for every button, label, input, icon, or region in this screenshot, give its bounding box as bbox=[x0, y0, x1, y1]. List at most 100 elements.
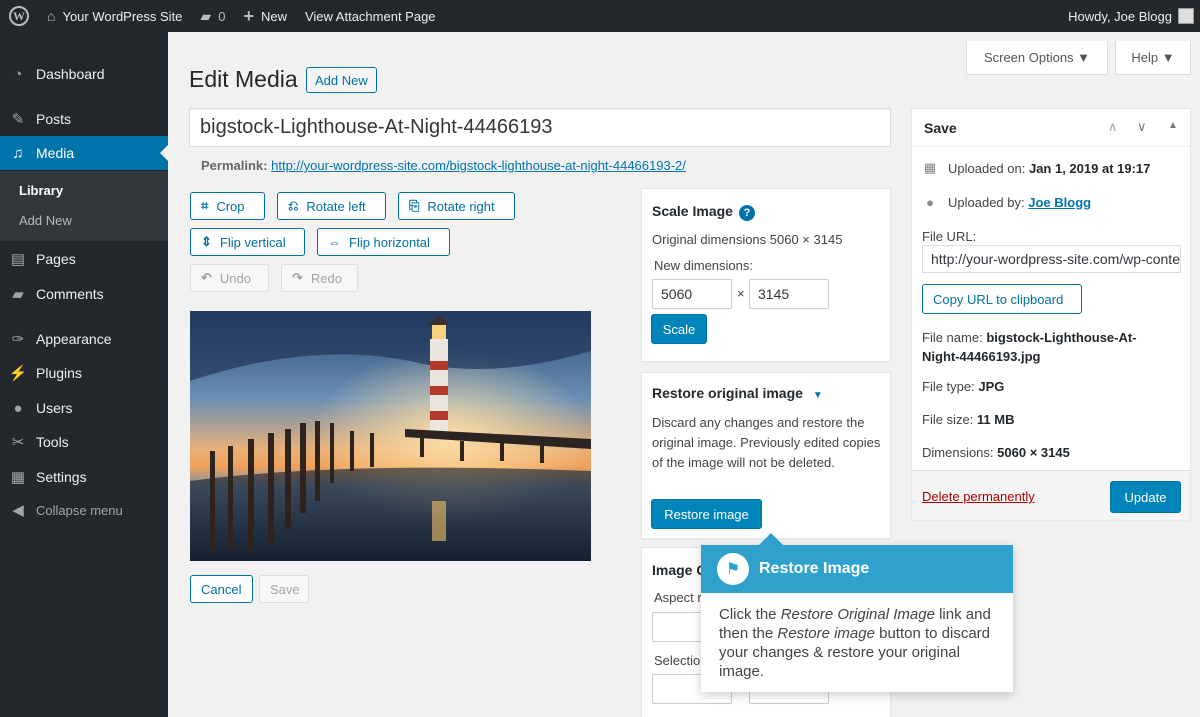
rotate-right-button[interactable]: ⎘ Rotate right bbox=[398, 192, 515, 220]
home-icon: ⌂ bbox=[47, 8, 56, 24]
brush-icon: ✑ bbox=[11, 331, 25, 348]
caret-down-icon: ▼ bbox=[812, 390, 823, 401]
comment-bubble-icon: ▰ bbox=[200, 7, 212, 24]
tooltip-emphasis-1: Restore Original Image bbox=[780, 606, 935, 623]
sidebar-item-users[interactable]: ● Users bbox=[0, 391, 168, 425]
comments-link[interactable]: ▰ 0 bbox=[191, 0, 234, 32]
help-question-icon[interactable]: ? bbox=[738, 205, 755, 221]
sidebar-item-media[interactable]: ♫ Media bbox=[0, 136, 168, 170]
sidebar-item-settings[interactable]: ▦ Settings bbox=[0, 460, 168, 494]
lighthouse-photo bbox=[190, 311, 591, 561]
settings-icon: ▦ bbox=[10, 469, 26, 486]
media-icon: ♫ bbox=[12, 144, 24, 162]
new-dimensions-label: New dimensions: bbox=[654, 258, 753, 273]
users-icon: ● bbox=[13, 399, 23, 417]
save-edit-button[interactable]: Save bbox=[259, 575, 309, 603]
save-panel-footer: Delete permanently Update bbox=[912, 470, 1190, 520]
sidebar-item-comments[interactable]: ▰ Comments bbox=[0, 277, 168, 311]
sidebar-item-label: Users bbox=[36, 400, 73, 416]
sidebar-item-pages[interactable]: ▤ Pages bbox=[0, 242, 168, 276]
scale-width-input[interactable]: 5060 bbox=[652, 279, 732, 309]
new-content-link[interactable]: + New bbox=[234, 0, 296, 32]
move-up-icon[interactable]: ∧ bbox=[1108, 119, 1118, 135]
collapse-menu-button[interactable]: ◀ Collapse menu bbox=[0, 493, 168, 527]
tooltip-text-1: Click the bbox=[719, 606, 781, 623]
sidebar-item-posts[interactable]: ✎ Posts bbox=[0, 102, 168, 136]
redo-button[interactable]: ↷ Redo bbox=[281, 264, 358, 292]
cancel-button[interactable]: Cancel bbox=[190, 575, 253, 603]
greeting: Howdy, Joe Blogg bbox=[1068, 8, 1172, 24]
file-name-label: File name: bbox=[922, 330, 983, 345]
rotate-right-label: Rotate right bbox=[427, 198, 495, 214]
restore-image-tooltip: ⚑ Restore Image Click the Restore Origin… bbox=[701, 533, 1013, 692]
flip-horizontal-button[interactable]: ⇔ Flip horizontal bbox=[317, 228, 450, 256]
crop-icon: ⌗ bbox=[201, 198, 209, 213]
sidebar-item-label: Comments bbox=[36, 286, 104, 302]
plus-icon: + bbox=[243, 5, 254, 26]
permalink-url[interactable]: http://your-wordpress-site.com/bigstock-… bbox=[271, 158, 686, 173]
restore-original-title: Restore original image bbox=[652, 385, 803, 401]
redo-icon: ↷ bbox=[292, 270, 303, 285]
scale-height-input[interactable]: 3145 bbox=[749, 279, 829, 309]
tooltip-body: Click the Restore Original Image link an… bbox=[719, 605, 999, 681]
restore-original-link[interactable]: Restore original image ▼ bbox=[652, 385, 823, 401]
submenu-item-add-new[interactable]: Add New bbox=[19, 213, 72, 228]
dimensions-label: Dimensions: bbox=[922, 445, 994, 460]
comments-icon: ▰ bbox=[12, 286, 24, 303]
rotate-left-button[interactable]: ⎌ Rotate left bbox=[277, 192, 386, 220]
flip-horizontal-label: Flip horizontal bbox=[349, 234, 430, 250]
help-tab[interactable]: Help ▼ bbox=[1115, 41, 1191, 75]
view-attachment-link[interactable]: View Attachment Page bbox=[296, 0, 445, 32]
move-down-icon[interactable]: ∨ bbox=[1137, 119, 1147, 135]
restore-image-button[interactable]: Restore image bbox=[651, 499, 762, 529]
toggle-panel-icon[interactable]: ▲ bbox=[1168, 120, 1178, 131]
sidebar-item-plugins[interactable]: ⚡ Plugins bbox=[0, 356, 168, 390]
file-size-label: File size: bbox=[922, 412, 974, 427]
account-menu[interactable]: Howdy, Joe Blogg bbox=[1059, 0, 1200, 32]
sidebar-item-label: Plugins bbox=[36, 365, 82, 381]
wordpress-logo-icon: W bbox=[9, 6, 29, 26]
sidebar-item-label: Media bbox=[36, 145, 75, 161]
sidebar-item-tools[interactable]: ✂ Tools bbox=[0, 425, 168, 459]
file-size-value: 11 MB bbox=[976, 412, 1015, 427]
selection-label: Selectio bbox=[654, 653, 701, 668]
wp-logo-menu[interactable]: W bbox=[0, 0, 38, 32]
file-url-label: File URL: bbox=[922, 229, 977, 244]
restore-description: Discard any changes and restore the orig… bbox=[652, 415, 881, 470]
sidebar-item-label: Tools bbox=[36, 434, 69, 450]
uploaded-by-row: ● Uploaded by: Joe Blogg bbox=[922, 195, 1091, 210]
flip-vertical-button[interactable]: ⇕ Flip vertical bbox=[190, 228, 305, 256]
sidebar-item-label: Posts bbox=[36, 111, 72, 127]
add-new-button[interactable]: Add New bbox=[306, 67, 377, 93]
sidebar-item-label: Dashboard bbox=[36, 66, 105, 82]
file-url-field[interactable]: http://your-wordpress-site.com/wp-conten… bbox=[922, 245, 1181, 273]
delete-permanently-link[interactable]: Delete permanently bbox=[922, 489, 1035, 504]
sidebar-item-dashboard[interactable]: ◔ Dashboard bbox=[0, 57, 168, 91]
comments-count: 0 bbox=[218, 8, 226, 24]
user-icon: ● bbox=[926, 195, 934, 210]
submenu-item-library[interactable]: Library bbox=[19, 183, 63, 198]
copy-url-button[interactable]: Copy URL to clipboard bbox=[922, 284, 1082, 314]
crop-button[interactable]: ⌗ Crop bbox=[190, 192, 265, 220]
site-name-link[interactable]: ⌂ Your WordPress Site bbox=[38, 0, 191, 32]
media-title-input[interactable]: bigstock-Lighthouse-At-Night-44466193 bbox=[189, 108, 891, 147]
pages-icon: ▤ bbox=[10, 251, 26, 268]
admin-bar: W ⌂ Your WordPress Site ▰ 0 + New View A… bbox=[0, 0, 1200, 32]
lighthouse-image[interactable] bbox=[190, 311, 591, 561]
tooltip-header: ⚑ Restore Image bbox=[701, 545, 1013, 593]
uploaded-by-link[interactable]: Joe Blogg bbox=[1028, 195, 1091, 210]
calendar-icon: ▦ bbox=[923, 160, 937, 175]
tooltip-emphasis-2: Restore image bbox=[777, 625, 875, 642]
dimensions-value: 5060 × 3145 bbox=[997, 445, 1070, 460]
sidebar-item-appearance[interactable]: ✑ Appearance bbox=[0, 322, 168, 356]
scale-button[interactable]: Scale bbox=[651, 314, 707, 344]
undo-icon: ↶ bbox=[201, 270, 212, 285]
collapse-menu-label: Collapse menu bbox=[36, 502, 123, 518]
redo-label: Redo bbox=[310, 270, 342, 286]
undo-button[interactable]: ↶ Undo bbox=[190, 264, 269, 292]
permalink: Permalink: http://your-wordpress-site.co… bbox=[201, 158, 686, 173]
rotate-left-label: Rotate left bbox=[306, 198, 366, 214]
sidebar-item-label: Settings bbox=[36, 469, 87, 485]
update-button[interactable]: Update bbox=[1110, 481, 1181, 513]
screen-options-tab[interactable]: Screen Options ▼ bbox=[966, 41, 1108, 75]
